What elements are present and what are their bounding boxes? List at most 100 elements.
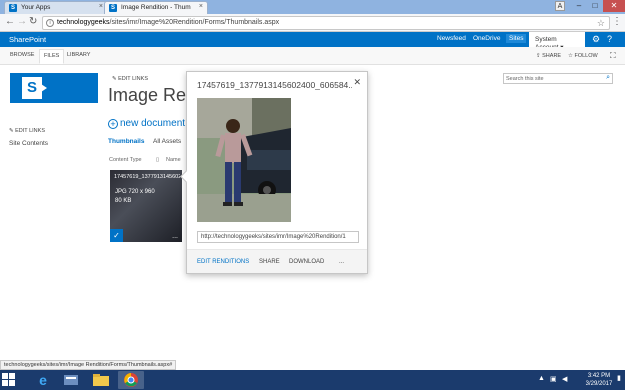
windows-logo-icon (9, 373, 15, 379)
new-document-link[interactable]: +new document or drag files here (108, 118, 188, 129)
link-status-bar: technologygeeks/sites/imr/Image Renditio… (0, 360, 177, 370)
server-manager-icon (64, 375, 78, 385)
callout-beak (180, 170, 193, 183)
system-clock[interactable]: 3:42 PM 3/29/2017 (581, 372, 617, 388)
reload-icon[interactable]: ↻ (29, 17, 37, 27)
ie-icon: e (39, 372, 47, 388)
address-bar-row: ← → ↻ i technologygeeks/sites/imr/Image%… (0, 14, 625, 32)
windows-logo-icon (2, 373, 8, 379)
window-controls: – □ ✕ (571, 0, 625, 14)
svg-text:e: e (39, 372, 47, 388)
ribbon: BROWSE FILES LIBRARY ⇪ SHARE ☆ FOLLOW ⛶ (0, 47, 625, 65)
bookmark-star-icon[interactable]: ☆ (597, 18, 605, 29)
suite-bar: SharePoint Newsfeed OneDrive Sites Syste… (0, 32, 625, 51)
folder-icon (93, 374, 109, 386)
tab-library[interactable]: LIBRARY (67, 52, 90, 58)
system-account-menu[interactable]: System Account ▾ (529, 32, 585, 51)
sharepoint-favicon-icon: S (109, 4, 117, 12)
tab-your-apps[interactable]: S Your Apps × (4, 1, 108, 14)
tab-title: Image Rendition - Thum (121, 4, 191, 11)
taskbar-explorer-icon[interactable] (88, 371, 114, 389)
sites-link[interactable]: Sites (506, 34, 527, 43)
view-all-assets[interactable]: All Assets (153, 138, 181, 145)
search-placeholder: Search this site (506, 76, 544, 82)
tab-image-rendition[interactable]: S Image Rendition - Thum × (104, 1, 208, 14)
photo-preview-graphic (197, 98, 291, 222)
share-button[interactable]: ⇪ SHARE (536, 53, 561, 59)
windows-logo-icon (9, 380, 15, 386)
share-action-button[interactable]: SHARE (259, 259, 280, 265)
column-name-icon: ▯ (156, 157, 160, 163)
thumbnail-size: 80 KB (115, 198, 132, 204)
view-thumbnails[interactable]: Thumbnails (108, 138, 144, 145)
close-icon[interactable]: ✕ (353, 77, 361, 88)
profile-button[interactable]: A (555, 1, 565, 11)
plus-icon: + (108, 119, 118, 129)
follow-button[interactable]: ☆ FOLLOW (568, 53, 598, 59)
volume-icon[interactable]: ◀ (562, 375, 567, 383)
tab-close-icon[interactable]: × (99, 3, 103, 10)
notifications-icon[interactable]: ▮ (617, 374, 621, 382)
clock-time: 3:42 PM (587, 373, 611, 379)
info-icon[interactable]: i (46, 19, 54, 27)
search-icon[interactable]: ⌕ (606, 74, 610, 82)
close-window-icon[interactable]: ✕ (603, 0, 625, 12)
edit-links-label: EDIT LINKS (118, 76, 148, 82)
site-contents-link[interactable]: Site Contents (9, 140, 48, 147)
help-icon[interactable]: ? (607, 34, 612, 44)
edit-links-top[interactable]: ✎ EDIT LINKS (112, 76, 148, 82)
preview-image (197, 98, 291, 222)
more-options-icon[interactable]: ... (172, 233, 178, 240)
forward-icon[interactable]: → (17, 17, 27, 27)
clock-date: 3/29/2017 (585, 381, 613, 387)
windows-taskbar: e ▲ ▣ ◀ 3:42 PM 3/29/2017 ▮ (0, 370, 625, 390)
more-actions-button[interactable]: ... (339, 259, 344, 265)
callout-footer: EDIT RENDITIONS SHARE DOWNLOAD ... (187, 249, 367, 273)
edit-links-label: EDIT LINKS (15, 128, 45, 134)
gear-icon[interactable]: ⚙ (592, 34, 600, 45)
checkmark-icon[interactable]: ✓ (110, 229, 123, 242)
maximize-icon[interactable]: □ (587, 0, 603, 12)
page-title: Image Rendition (108, 85, 188, 105)
download-button[interactable]: DOWNLOAD (289, 259, 324, 265)
search-input[interactable]: Search this site ⌕ (503, 73, 613, 84)
logo-arrow-icon (41, 84, 47, 92)
thumbnail-dimensions: JPG 720 x 960 (115, 189, 155, 195)
back-icon[interactable]: ← (5, 17, 15, 27)
taskbar-chrome-icon[interactable] (118, 371, 144, 389)
sharepoint-brand[interactable]: SharePoint (9, 35, 46, 44)
chrome-icon (124, 373, 138, 387)
sharepoint-logo-icon: S (22, 77, 42, 99)
follow-label: FOLLOW (574, 53, 598, 59)
url-host: technologygeeks (57, 19, 110, 26)
new-document-label: new document or drag files here (120, 118, 188, 129)
taskbar-server-manager-icon[interactable] (58, 371, 84, 389)
newsfeed-link[interactable]: Newsfeed (437, 35, 466, 42)
focus-content-icon[interactable]: ⛶ (610, 51, 616, 61)
edit-links-left[interactable]: ✎ EDIT LINKS (9, 128, 45, 134)
image-thumbnail[interactable]: 17457619_1377913145602400_606584 JPG 720… (110, 170, 182, 242)
site-logo[interactable]: S (10, 73, 98, 103)
start-button[interactable] (2, 373, 18, 387)
tab-close-icon[interactable]: × (199, 3, 203, 10)
onedrive-link[interactable]: OneDrive (473, 35, 500, 42)
tab-files[interactable]: FILES (39, 49, 65, 64)
callout-title: 17457619_1377913145602400_606584... (197, 80, 352, 90)
column-content-type[interactable]: Content Type (109, 157, 142, 163)
document-callout: 17457619_1377913145602400_606584... ✕ ht… (180, 71, 368, 274)
sharepoint-favicon-icon: S (9, 4, 17, 12)
column-name[interactable]: Name (166, 157, 181, 163)
thumbnail-name: 17457619_1377913145602400_606584 (114, 174, 180, 180)
share-label: SHARE (542, 53, 562, 59)
browser-menu-icon[interactable]: ⋮ (612, 16, 622, 27)
tab-title: Your Apps (21, 4, 51, 11)
minimize-icon[interactable]: – (571, 0, 587, 12)
taskbar-ie-icon[interactable]: e (30, 371, 56, 389)
tray-up-icon[interactable]: ▲ (538, 375, 545, 382)
network-icon[interactable]: ▣ (550, 375, 557, 383)
edit-renditions-button[interactable]: EDIT RENDITIONS (197, 259, 249, 265)
url-input[interactable]: i technologygeeks/sites/imr/Image%20Rend… (42, 16, 610, 30)
tab-browse[interactable]: BROWSE (10, 52, 34, 58)
document-url-field[interactable]: http://technologygeeks/sites/imr/Image%2… (197, 231, 359, 243)
browser-titlebar: S Your Apps × S Image Rendition - Thum ×… (0, 0, 625, 14)
